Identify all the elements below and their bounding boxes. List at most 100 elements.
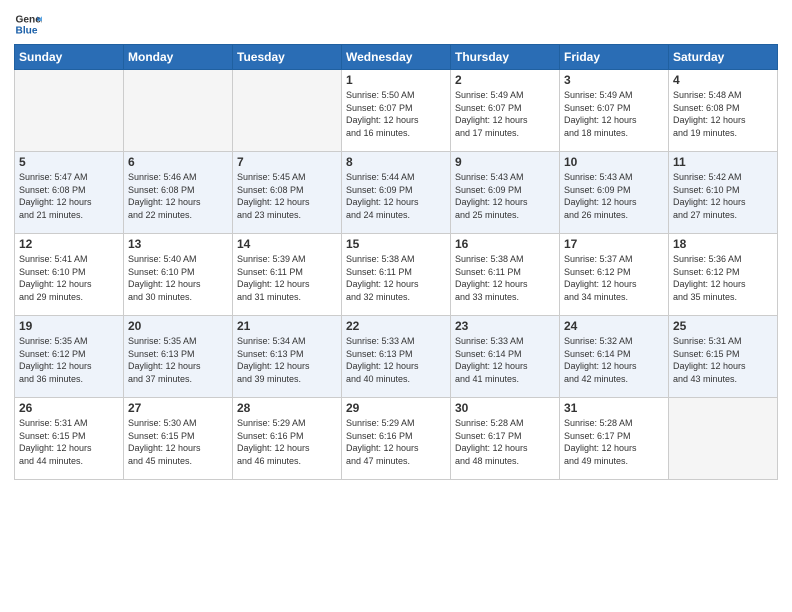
day-number: 31 bbox=[564, 401, 664, 415]
calendar-cell: 28 Sunrise: 5:29 AM Sunset: 6:16 PM Dayli… bbox=[233, 398, 342, 480]
calendar-cell: 29 Sunrise: 5:29 AM Sunset: 6:16 PM Dayli… bbox=[342, 398, 451, 480]
day-info: Sunrise: 5:32 AM Sunset: 6:14 PM Dayligh… bbox=[564, 335, 664, 385]
day-info: Sunrise: 5:45 AM Sunset: 6:08 PM Dayligh… bbox=[237, 171, 337, 221]
day-info: Sunrise: 5:33 AM Sunset: 6:14 PM Dayligh… bbox=[455, 335, 555, 385]
calendar-cell: 12Sunrise: 5:41 AM Sunset: 6:10 PM Dayli… bbox=[15, 234, 124, 316]
calendar-cell: 9 Sunrise: 5:43 AM Sunset: 6:09 PM Daylig… bbox=[451, 152, 560, 234]
day-number: 27 bbox=[128, 401, 228, 415]
calendar-cell: 10 Sunrise: 5:43 AM Sunset: 6:09 PM Dayli… bbox=[560, 152, 669, 234]
day-number: 30 bbox=[455, 401, 555, 415]
day-number: 28 bbox=[237, 401, 337, 415]
calendar-cell: 3 Sunrise: 5:49 AM Sunset: 6:07 PM Daylig… bbox=[560, 70, 669, 152]
day-info: Sunrise: 5:42 AM Sunset: 6:10 PM Dayligh… bbox=[673, 171, 773, 221]
day-info: Sunrise: 5:36 AM Sunset: 6:12 PM Dayligh… bbox=[673, 253, 773, 303]
day-number: 3 bbox=[564, 73, 664, 87]
calendar-cell bbox=[669, 398, 778, 480]
header: General Blue bbox=[14, 10, 778, 38]
day-number: 19 bbox=[19, 319, 119, 333]
day-info: Sunrise: 5:44 AM Sunset: 6:09 PM Dayligh… bbox=[346, 171, 446, 221]
day-info: Sunrise: 5:30 AM Sunset: 6:15 PM Dayligh… bbox=[128, 417, 228, 467]
day-info: Sunrise: 5:33 AM Sunset: 6:13 PM Dayligh… bbox=[346, 335, 446, 385]
calendar-cell: 14 Sunrise: 5:39 AM Sunset: 6:11 PM Dayli… bbox=[233, 234, 342, 316]
calendar-cell: 13 Sunrise: 5:40 AM Sunset: 6:10 PM Dayli… bbox=[124, 234, 233, 316]
day-info: Sunrise: 5:31 AM Sunset: 6:15 PM Dayligh… bbox=[673, 335, 773, 385]
day-number: 14 bbox=[237, 237, 337, 251]
day-info: Sunrise: 5:29 AM Sunset: 6:16 PM Dayligh… bbox=[346, 417, 446, 467]
day-number: 29 bbox=[346, 401, 446, 415]
day-number: 1 bbox=[346, 73, 446, 87]
day-number: 26 bbox=[19, 401, 119, 415]
calendar-cell bbox=[15, 70, 124, 152]
calendar-cell: 21 Sunrise: 5:34 AM Sunset: 6:13 PM Dayli… bbox=[233, 316, 342, 398]
weekday-header: Tuesday bbox=[233, 45, 342, 70]
day-number: 2 bbox=[455, 73, 555, 87]
calendar-cell: 11 Sunrise: 5:42 AM Sunset: 6:10 PM Dayli… bbox=[669, 152, 778, 234]
day-info: Sunrise: 5:46 AM Sunset: 6:08 PM Dayligh… bbox=[128, 171, 228, 221]
day-info: Sunrise: 5:37 AM Sunset: 6:12 PM Dayligh… bbox=[564, 253, 664, 303]
calendar-cell: 23 Sunrise: 5:33 AM Sunset: 6:14 PM Dayli… bbox=[451, 316, 560, 398]
day-info: Sunrise: 5:29 AM Sunset: 6:16 PM Dayligh… bbox=[237, 417, 337, 467]
day-number: 11 bbox=[673, 155, 773, 169]
calendar-cell: 7 Sunrise: 5:45 AM Sunset: 6:08 PM Daylig… bbox=[233, 152, 342, 234]
day-number: 5 bbox=[19, 155, 119, 169]
day-number: 24 bbox=[564, 319, 664, 333]
calendar-cell: 30Sunrise: 5:28 AM Sunset: 6:17 PM Dayli… bbox=[451, 398, 560, 480]
calendar-cell: 2Sunrise: 5:49 AM Sunset: 6:07 PM Daylig… bbox=[451, 70, 560, 152]
day-info: Sunrise: 5:48 AM Sunset: 6:08 PM Dayligh… bbox=[673, 89, 773, 139]
day-info: Sunrise: 5:31 AM Sunset: 6:15 PM Dayligh… bbox=[19, 417, 119, 467]
day-number: 7 bbox=[237, 155, 337, 169]
day-number: 13 bbox=[128, 237, 228, 251]
day-info: Sunrise: 5:41 AM Sunset: 6:10 PM Dayligh… bbox=[19, 253, 119, 303]
day-number: 23 bbox=[455, 319, 555, 333]
day-info: Sunrise: 5:38 AM Sunset: 6:11 PM Dayligh… bbox=[455, 253, 555, 303]
day-number: 15 bbox=[346, 237, 446, 251]
day-number: 25 bbox=[673, 319, 773, 333]
calendar-cell bbox=[233, 70, 342, 152]
calendar-cell: 15 Sunrise: 5:38 AM Sunset: 6:11 PM Dayli… bbox=[342, 234, 451, 316]
day-info: Sunrise: 5:39 AM Sunset: 6:11 PM Dayligh… bbox=[237, 253, 337, 303]
calendar: SundayMondayTuesdayWednesdayThursdayFrid… bbox=[14, 44, 778, 480]
calendar-cell: 5 Sunrise: 5:47 AM Sunset: 6:08 PM Daylig… bbox=[15, 152, 124, 234]
day-number: 22 bbox=[346, 319, 446, 333]
day-info: Sunrise: 5:50 AM Sunset: 6:07 PM Dayligh… bbox=[346, 89, 446, 139]
day-number: 4 bbox=[673, 73, 773, 87]
day-info: Sunrise: 5:38 AM Sunset: 6:11 PM Dayligh… bbox=[346, 253, 446, 303]
day-info: Sunrise: 5:40 AM Sunset: 6:10 PM Dayligh… bbox=[128, 253, 228, 303]
logo: General Blue bbox=[14, 10, 46, 38]
page: General Blue SundayMondayTuesdayWednesda… bbox=[0, 0, 792, 612]
day-info: Sunrise: 5:43 AM Sunset: 6:09 PM Dayligh… bbox=[564, 171, 664, 221]
calendar-cell: 19 Sunrise: 5:35 AM Sunset: 6:12 PM Dayli… bbox=[15, 316, 124, 398]
day-info: Sunrise: 5:35 AM Sunset: 6:13 PM Dayligh… bbox=[128, 335, 228, 385]
day-info: Sunrise: 5:35 AM Sunset: 6:12 PM Dayligh… bbox=[19, 335, 119, 385]
calendar-cell: 16 Sunrise: 5:38 AM Sunset: 6:11 PM Dayli… bbox=[451, 234, 560, 316]
calendar-cell bbox=[124, 70, 233, 152]
calendar-cell: 20 Sunrise: 5:35 AM Sunset: 6:13 PM Dayli… bbox=[124, 316, 233, 398]
calendar-cell: 26 Sunrise: 5:31 AM Sunset: 6:15 PM Dayli… bbox=[15, 398, 124, 480]
calendar-cell: 4 Sunrise: 5:48 AM Sunset: 6:08 PM Daylig… bbox=[669, 70, 778, 152]
day-number: 16 bbox=[455, 237, 555, 251]
calendar-cell: 31 Sunrise: 5:28 AM Sunset: 6:17 PM Dayli… bbox=[560, 398, 669, 480]
calendar-cell: 27 Sunrise: 5:30 AM Sunset: 6:15 PM Dayli… bbox=[124, 398, 233, 480]
weekday-header: Wednesday bbox=[342, 45, 451, 70]
weekday-header: Monday bbox=[124, 45, 233, 70]
calendar-cell: 25 Sunrise: 5:31 AM Sunset: 6:15 PM Dayli… bbox=[669, 316, 778, 398]
weekday-header: Saturday bbox=[669, 45, 778, 70]
day-info: Sunrise: 5:47 AM Sunset: 6:08 PM Dayligh… bbox=[19, 171, 119, 221]
logo-icon: General Blue bbox=[14, 10, 42, 38]
calendar-cell: 18 Sunrise: 5:36 AM Sunset: 6:12 PM Dayli… bbox=[669, 234, 778, 316]
day-number: 21 bbox=[237, 319, 337, 333]
day-info: Sunrise: 5:28 AM Sunset: 6:17 PM Dayligh… bbox=[564, 417, 664, 467]
weekday-header: Sunday bbox=[15, 45, 124, 70]
day-number: 10 bbox=[564, 155, 664, 169]
day-number: 20 bbox=[128, 319, 228, 333]
day-info: Sunrise: 5:49 AM Sunset: 6:07 PM Dayligh… bbox=[564, 89, 664, 139]
day-number: 9 bbox=[455, 155, 555, 169]
day-number: 18 bbox=[673, 237, 773, 251]
calendar-cell: 8Sunrise: 5:44 AM Sunset: 6:09 PM Daylig… bbox=[342, 152, 451, 234]
weekday-header: Thursday bbox=[451, 45, 560, 70]
day-info: Sunrise: 5:43 AM Sunset: 6:09 PM Dayligh… bbox=[455, 171, 555, 221]
day-info: Sunrise: 5:34 AM Sunset: 6:13 PM Dayligh… bbox=[237, 335, 337, 385]
svg-text:Blue: Blue bbox=[16, 25, 38, 36]
weekday-header: Friday bbox=[560, 45, 669, 70]
day-number: 6 bbox=[128, 155, 228, 169]
